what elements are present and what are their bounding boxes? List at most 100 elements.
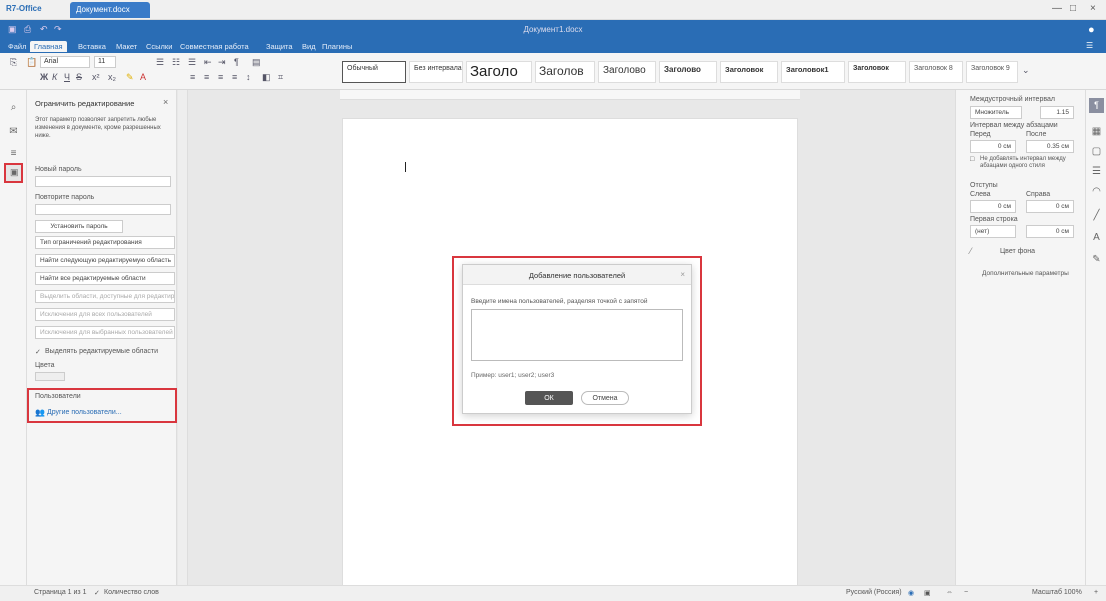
tab-collaboration[interactable]: Совместная работа	[176, 41, 253, 52]
zoom-out-icon[interactable]: −	[964, 589, 968, 596]
style-heading-1[interactable]: Заголо	[466, 61, 532, 83]
increase-indent-icon[interactable]: ⇥	[218, 57, 226, 68]
style-heading-6[interactable]: Заголовок1	[781, 61, 845, 83]
bullet-list-icon[interactable]: ☰	[156, 57, 164, 68]
format-painter-icon[interactable]: ⌗	[278, 72, 283, 83]
before-input[interactable]: 0 см	[970, 140, 1016, 153]
align-right-icon[interactable]: ≡	[218, 72, 223, 82]
special-indent-select[interactable]: (нет)	[970, 225, 1016, 238]
tab-protection[interactable]: Защита	[262, 41, 297, 52]
shading-icon[interactable]: ◧	[262, 72, 271, 83]
signature-settings-icon[interactable]: ✎	[1090, 254, 1103, 267]
dialog-close-icon[interactable]: ×	[680, 270, 685, 279]
image-settings-icon[interactable]: ▢	[1090, 146, 1103, 159]
highlight-checkbox[interactable]: ✓	[35, 348, 41, 356]
subscript-icon[interactable]: x₂	[108, 72, 116, 82]
align-left-icon[interactable]: ≡	[190, 72, 195, 82]
language-selector[interactable]: Русский (Россия)	[846, 589, 902, 596]
superscript-icon[interactable]: x²	[92, 72, 100, 82]
font-name-select[interactable]: Arial	[40, 56, 90, 68]
advanced-settings-link[interactable]: Дополнительные параметры	[982, 270, 1069, 277]
maximize-button[interactable]: □	[1070, 3, 1076, 14]
paragraph-settings-icon[interactable]: ¶	[1089, 98, 1104, 113]
tab-file[interactable]: Файл	[4, 41, 30, 52]
close-button[interactable]: ×	[1090, 3, 1096, 14]
paste-icon[interactable]: 📋	[26, 57, 37, 68]
font-color-icon[interactable]: A	[140, 72, 146, 82]
background-color-icon[interactable]: ⁄	[970, 246, 972, 256]
left-indent-input[interactable]: 0 см	[970, 200, 1016, 213]
copy-icon[interactable]: ⎘	[10, 57, 17, 68]
shape-settings-icon[interactable]: ◠	[1090, 186, 1103, 199]
tab-references[interactable]: Ссылки	[142, 41, 176, 52]
style-heading-8[interactable]: Заголовок 8	[909, 61, 963, 83]
comments-icon[interactable]: ✉	[7, 126, 20, 139]
style-no-spacing[interactable]: Без интервала	[409, 61, 463, 83]
zoom-in-icon[interactable]: +	[1094, 589, 1098, 596]
after-input[interactable]: 0.35 см	[1026, 140, 1074, 153]
line-spacing-type-select[interactable]: Множитель	[970, 106, 1022, 119]
style-heading-7[interactable]: Заголовок	[848, 61, 906, 83]
chart-settings-icon[interactable]: ╱	[1090, 210, 1103, 223]
users-textarea[interactable]	[471, 309, 683, 361]
highlight-color-icon[interactable]: ✎	[126, 72, 134, 83]
word-count-button[interactable]: Количество слов	[104, 589, 159, 596]
line-spacing-icon[interactable]: ↕	[246, 72, 251, 82]
underline-icon[interactable]: Ч	[64, 72, 70, 82]
ok-button[interactable]: ОК	[525, 391, 573, 405]
table-settings-icon[interactable]: ▦	[1090, 126, 1103, 139]
protect-panel-icon[interactable]: ▣	[4, 163, 23, 183]
fit-width-icon[interactable]: ⇔	[946, 589, 953, 596]
textart-settings-icon[interactable]: A	[1090, 232, 1103, 245]
special-indent-input[interactable]: 0 см	[1026, 225, 1074, 238]
show-all-regions-button[interactable]: Найти все редактируемые области	[35, 272, 175, 285]
confirm-password-input[interactable]	[35, 204, 171, 215]
header-footer-icon[interactable]: ☰	[1090, 166, 1103, 179]
spellcheck-icon[interactable]: ◉	[908, 589, 914, 597]
decrease-indent-icon[interactable]: ⇤	[204, 57, 212, 68]
style-heading-2[interactable]: Заголов	[535, 61, 595, 83]
no-spacing-checkbox[interactable]: □	[970, 156, 974, 163]
set-password-button[interactable]: Установить пароль	[35, 220, 123, 233]
tab-home[interactable]: Главная	[30, 41, 67, 52]
multilevel-list-icon[interactable]: ☰	[188, 57, 196, 68]
line-spacing-value[interactable]: 1.15	[1040, 106, 1074, 119]
italic-icon[interactable]: К	[52, 72, 57, 82]
settings-icon[interactable]: ☰	[1086, 41, 1093, 50]
style-heading-3[interactable]: Заголово	[598, 61, 656, 83]
paragraph-marks-icon[interactable]: ¶	[234, 57, 239, 67]
panel-close-icon[interactable]: ×	[163, 97, 168, 107]
zoom-level[interactable]: Масштаб 100%	[1032, 589, 1082, 596]
user-avatar-icon[interactable]: ●	[1088, 24, 1095, 36]
tab-insert[interactable]: Вставка	[74, 41, 110, 52]
style-heading-9[interactable]: Заголовок 9	[966, 61, 1018, 83]
style-normal[interactable]: Обычный	[342, 61, 406, 83]
bold-icon[interactable]: Ж	[40, 72, 48, 82]
tab-plugins[interactable]: Плагины	[318, 41, 356, 52]
style-heading-5[interactable]: Заголовок	[720, 61, 778, 83]
fit-page-icon[interactable]: ▣	[924, 589, 931, 597]
styles-icon[interactable]: ▤	[252, 57, 261, 68]
strikethrough-icon[interactable]: S	[76, 72, 82, 82]
page-counter[interactable]: Страница 1 из 1	[34, 589, 86, 596]
align-center-icon[interactable]: ≡	[204, 72, 209, 82]
numbered-list-icon[interactable]: ☷	[172, 57, 180, 68]
other-users-link[interactable]: Другие пользователи...	[47, 409, 122, 416]
minimize-button[interactable]: —	[1052, 3, 1062, 14]
tab-layout[interactable]: Макет	[112, 41, 141, 52]
font-size-select[interactable]: 11	[94, 56, 116, 68]
tab-view[interactable]: Вид	[298, 41, 320, 52]
document-tab[interactable]: Документ.docx	[70, 2, 150, 18]
word-count-icon[interactable]: ✓	[94, 589, 100, 597]
new-password-input[interactable]	[35, 176, 171, 187]
find-next-region-button[interactable]: Найти следующую редактируемую область	[35, 254, 175, 267]
editing-types-select[interactable]: Тип ограничений редактирования	[35, 236, 175, 249]
color-picker[interactable]	[35, 372, 65, 381]
background-color-label[interactable]: Цвет фона	[1000, 248, 1035, 255]
justify-icon[interactable]: ≡	[232, 72, 237, 82]
navigation-icon[interactable]: ≡	[7, 148, 20, 161]
styles-expand-icon[interactable]: ⌄	[1022, 65, 1030, 76]
search-icon[interactable]: ⌕	[7, 102, 20, 115]
right-indent-input[interactable]: 0 см	[1026, 200, 1074, 213]
style-heading-4[interactable]: Заголово	[659, 61, 717, 83]
